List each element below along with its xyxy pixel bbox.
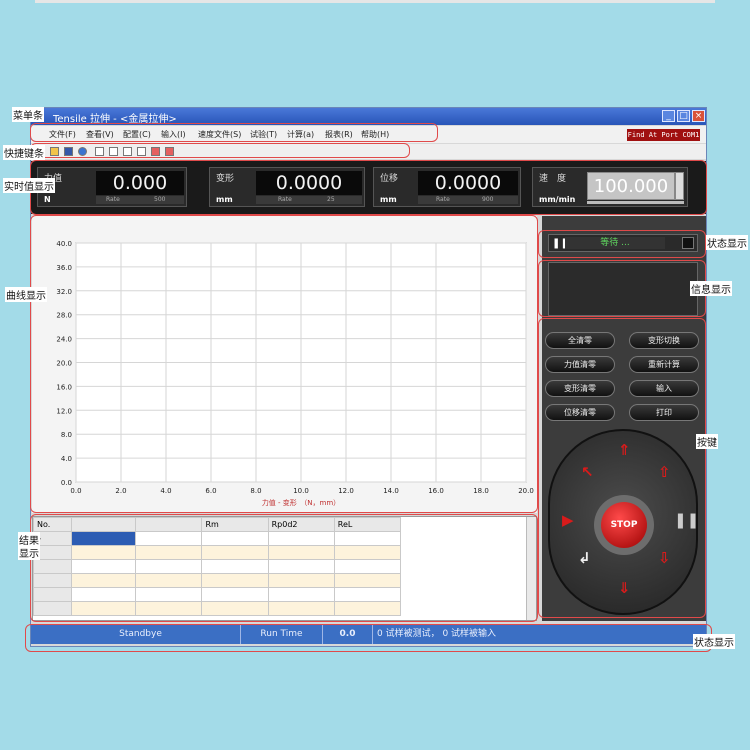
results-callout bbox=[30, 514, 538, 622]
keys-callout bbox=[538, 318, 706, 618]
shortcut-annotation: 快捷键条 bbox=[3, 145, 45, 160]
keys-annotation: 按键 bbox=[696, 434, 718, 449]
curve-annotation: 曲线显示 bbox=[5, 287, 47, 302]
port-status: Find At Port COM1 bbox=[627, 129, 700, 141]
info-callout bbox=[538, 260, 706, 317]
minimize-button[interactable]: _ bbox=[662, 110, 675, 122]
maximize-button[interactable]: □ bbox=[677, 110, 690, 122]
toolbar-callout bbox=[30, 143, 410, 158]
statusbar-callout bbox=[25, 624, 712, 652]
info-annotation: 信息显示 bbox=[690, 281, 732, 296]
menubar-callout bbox=[30, 123, 438, 142]
realtime-callout bbox=[30, 160, 707, 215]
menubar-annotation: 菜单条 bbox=[12, 107, 44, 122]
status-annotation: 状态显示 bbox=[706, 235, 748, 250]
close-button[interactable]: × bbox=[692, 110, 705, 122]
realtime-annotation: 实时值显示 bbox=[3, 178, 55, 193]
curve-callout bbox=[30, 215, 538, 513]
statusbar-annotation: 状态显示 bbox=[693, 634, 735, 649]
top-strip bbox=[35, 0, 715, 3]
status-callout bbox=[538, 230, 706, 258]
result-annotation-2: 显示 bbox=[18, 545, 40, 560]
